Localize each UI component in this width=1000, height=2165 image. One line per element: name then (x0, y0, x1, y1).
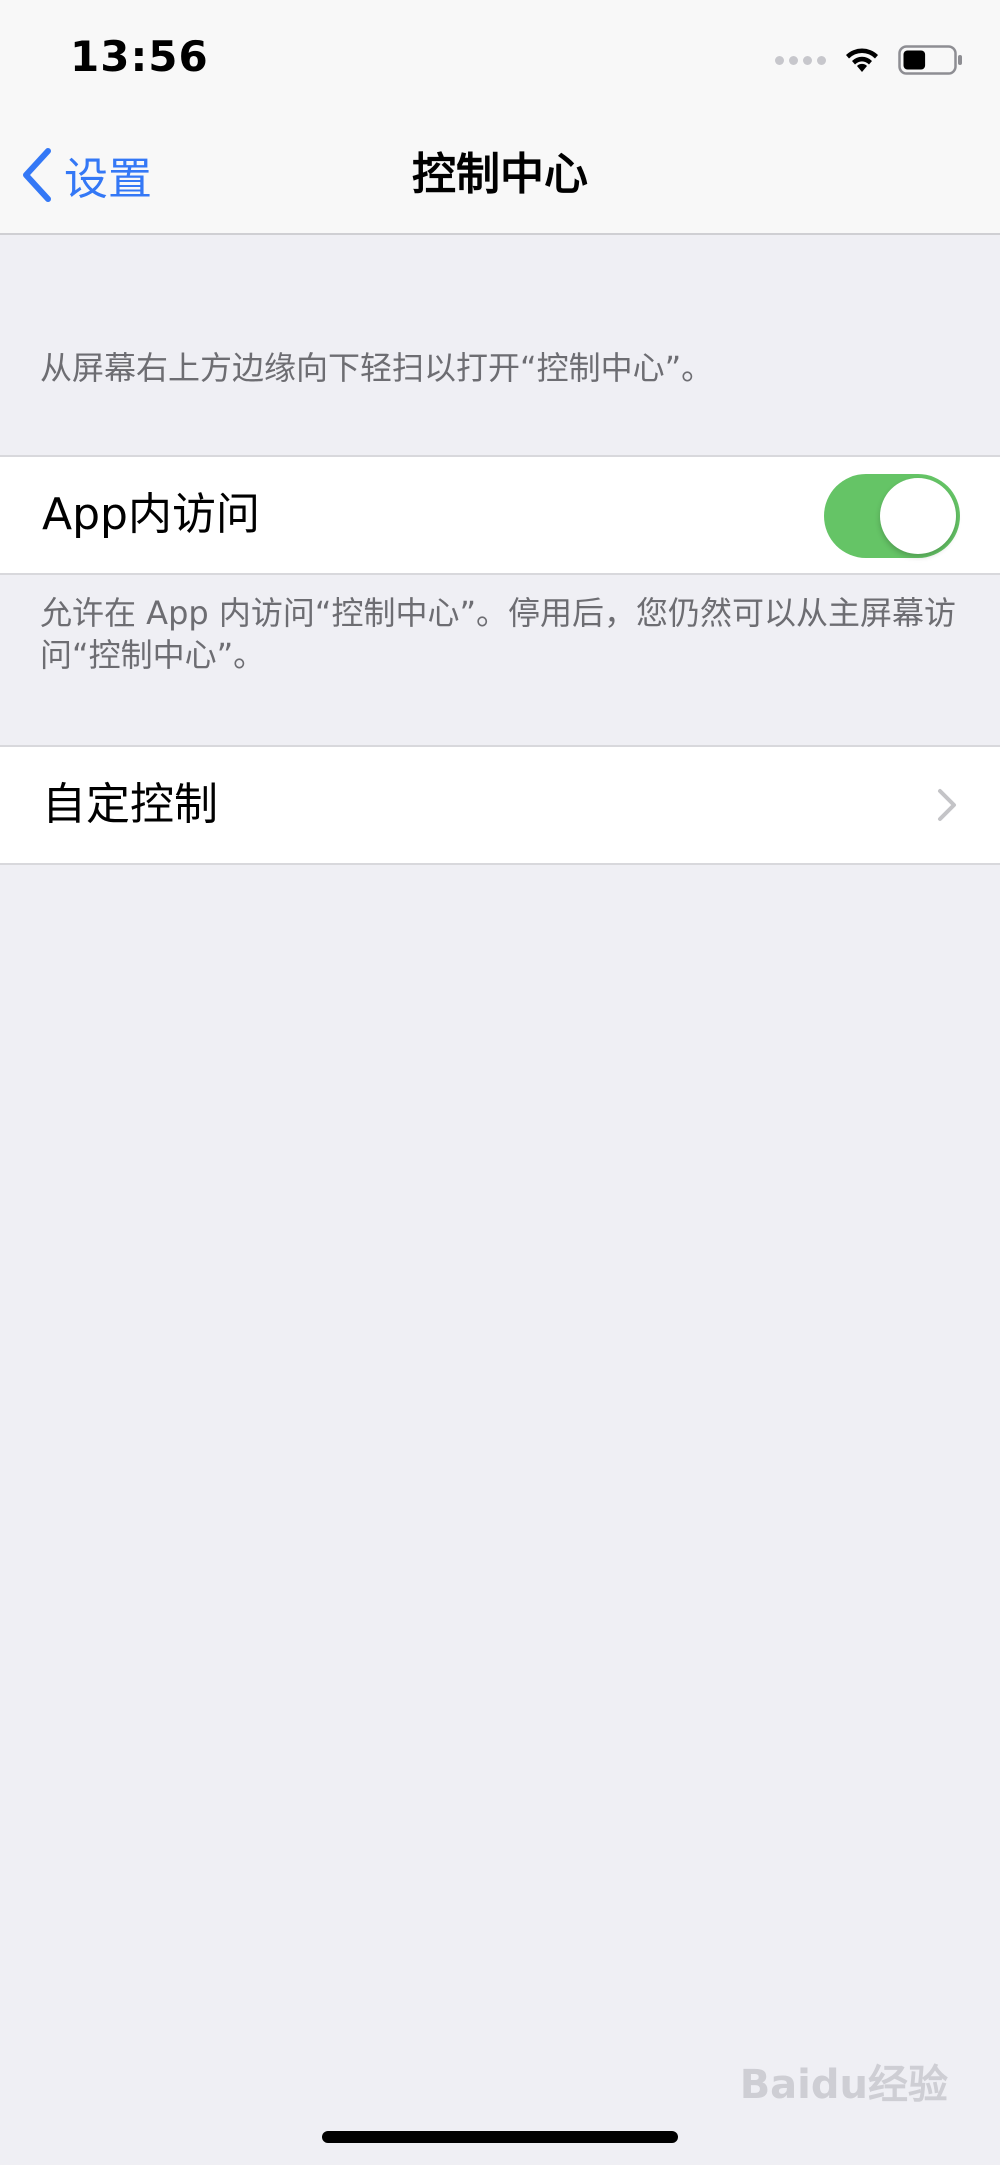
status-time: 13:56 (70, 32, 209, 81)
app-access-label: App内访问 (42, 489, 260, 540)
swipe-hint: 从屏幕右上方边缘向下轻扫以打开“控制中心”。 (40, 349, 714, 387)
status-icons (775, 45, 964, 75)
navigation-header: 13:56 设置 控制中心 (0, 0, 1000, 235)
wifi-icon (846, 48, 878, 72)
signal-dots-icon (775, 55, 826, 65)
app-access-footer: 允许在 App 内访问“控制中心”。停用后，您仍然可以从主屏幕访问“控制中心”。 (40, 594, 957, 674)
customize-controls-label: 自定控制 (42, 779, 218, 830)
page-title: 控制中心 (412, 149, 588, 200)
customize-controls-row[interactable]: 自定控制 (0, 745, 1000, 865)
home-indicator[interactable] (322, 2131, 678, 2143)
battery-icon (898, 45, 962, 75)
app-access-toggle[interactable] (824, 474, 960, 558)
baidu-watermark: Baidu经验 (739, 2062, 948, 2108)
toggle-knob (880, 478, 956, 554)
app-access-row: App内访问 (0, 455, 1000, 575)
chevron-right-icon (938, 789, 956, 821)
